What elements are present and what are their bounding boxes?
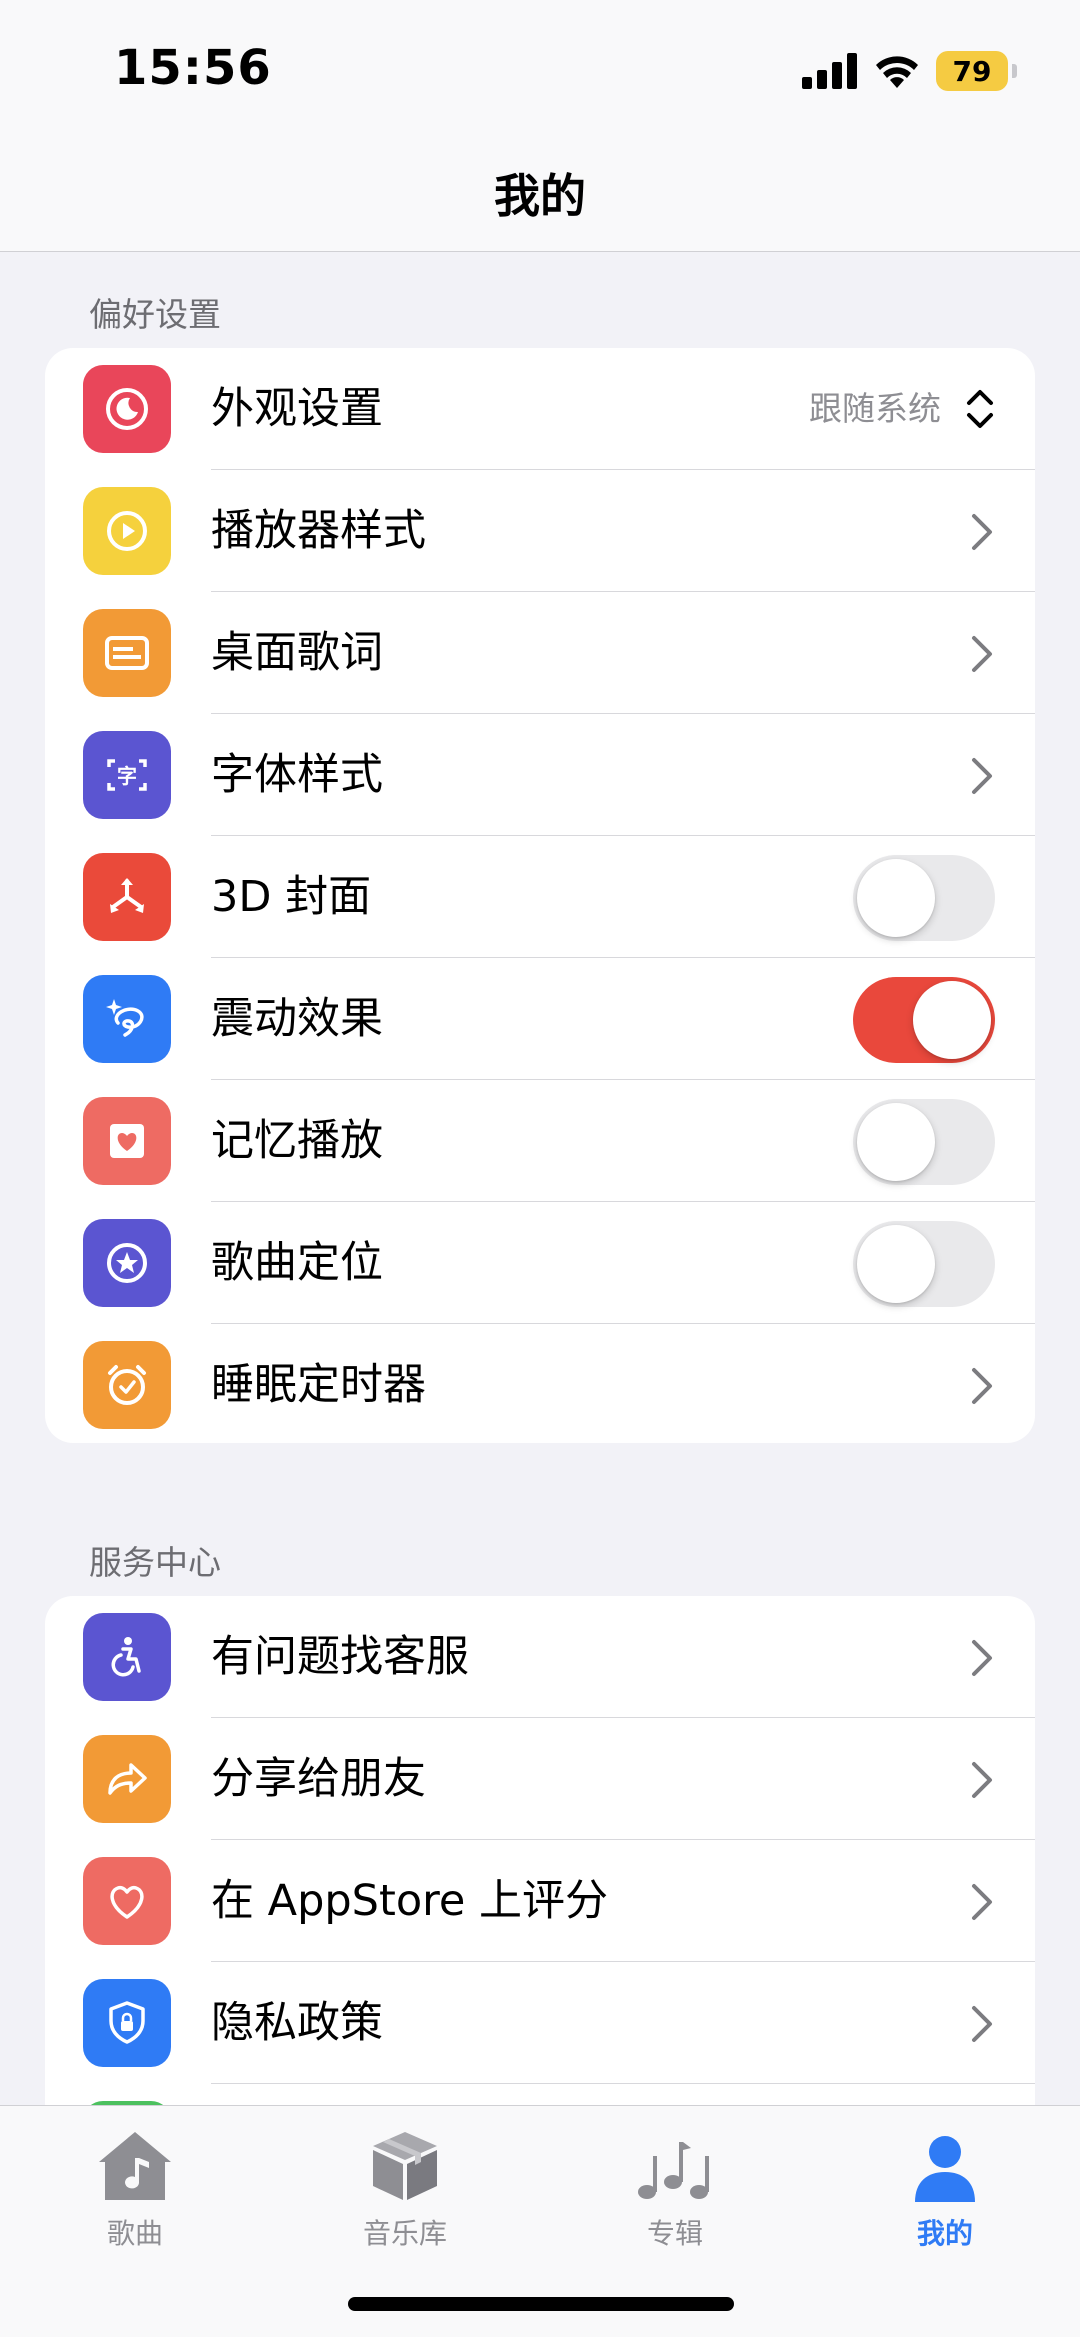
tab-label: 我的 <box>916 2217 973 2250</box>
chevron-right-icon <box>972 514 992 550</box>
heart-square-icon <box>83 1097 171 1185</box>
box-icon <box>305 2124 505 2204</box>
row-label: 播放器样式 <box>211 506 426 556</box>
status-bar: 15:56 79 <box>0 0 1080 140</box>
chevron-right-icon <box>972 1884 992 1920</box>
music-notes-icon <box>575 2124 775 2204</box>
row-label: 3D 封面 <box>211 872 372 922</box>
person-icon <box>845 2124 1045 2204</box>
chevron-right-icon <box>972 636 992 672</box>
home-indicator <box>348 2297 734 2311</box>
row-label: 桌面歌词 <box>211 628 383 678</box>
row-player-style[interactable]: 播放器样式 <box>45 470 1035 592</box>
row-privacy[interactable]: 隐私政策 <box>45 1962 1035 2084</box>
3d-axis-icon <box>83 853 171 941</box>
tab-label: 专辑 <box>646 2217 703 2250</box>
alarm-clock-icon <box>83 1341 171 1429</box>
tab-mine[interactable]: 我的 <box>845 2124 1045 2252</box>
row-label: 分享给朋友 <box>211 1754 426 1804</box>
chevron-right-icon <box>972 2006 992 2042</box>
star-circle-icon <box>83 1219 171 1307</box>
toggle-knob <box>913 981 991 1059</box>
appearance-value[interactable]: 跟随系统 <box>809 348 941 470</box>
row-3d-cover: 3D 封面 <box>45 836 1035 958</box>
row-haptics: 震动效果 <box>45 958 1035 1080</box>
row-locate-song: 歌曲定位 <box>45 1202 1035 1324</box>
tab-albums[interactable]: 专辑 <box>575 2124 775 2252</box>
battery-level: 79 <box>952 54 992 88</box>
resume-play-toggle[interactable] <box>853 1099 995 1185</box>
row-sleep-timer[interactable]: 睡眠定时器 <box>45 1324 1035 1443</box>
preferences-group: 外观设置 跟随系统 播放器样式 桌面歌词 字 字体样式 3D 封面 震动效果 记… <box>45 348 1035 1443</box>
chevron-right-icon <box>972 758 992 794</box>
character-icon: 字 <box>83 731 171 819</box>
section-header-services: 服务中心 <box>89 1543 221 1582</box>
row-label: 睡眠定时器 <box>211 1360 426 1410</box>
sparkle-lasso-icon <box>83 975 171 1063</box>
row-share[interactable]: 分享给朋友 <box>45 1718 1035 1840</box>
moon-icon <box>83 365 171 453</box>
row-label: 歌曲定位 <box>211 1238 383 1288</box>
row-rate[interactable]: 在 AppStore 上评分 <box>45 1840 1035 1962</box>
heart-icon <box>83 1857 171 1945</box>
tab-music-library[interactable]: 音乐库 <box>305 2124 505 2252</box>
row-support[interactable]: 有问题找客服 <box>45 1596 1035 1718</box>
house-music-icon <box>35 2124 235 2204</box>
row-appearance[interactable]: 外观设置 跟随系统 <box>45 348 1035 470</box>
battery-indicator: 79 <box>936 51 1017 91</box>
navigation-bar: 我的 <box>0 140 1080 252</box>
play-circle-icon <box>83 487 171 575</box>
toggle-knob <box>857 1225 935 1303</box>
toggle-knob <box>857 1103 935 1181</box>
wifi-icon <box>876 56 918 88</box>
services-group: 有问题找客服 分享给朋友 在 AppStore 上评分 隐私政策 <box>45 1596 1035 2156</box>
section-header-preferences: 偏好设置 <box>89 295 221 334</box>
row-font-style[interactable]: 字 字体样式 <box>45 714 1035 836</box>
chevron-right-icon <box>972 1368 992 1404</box>
chevron-right-icon <box>972 1762 992 1798</box>
row-label: 在 AppStore 上评分 <box>211 1876 608 1926</box>
share-arrow-icon <box>83 1735 171 1823</box>
page-title: 我的 <box>494 169 586 223</box>
toggle-knob <box>857 859 935 937</box>
row-resume-play: 记忆播放 <box>45 1080 1035 1202</box>
chevron-right-icon <box>972 1640 992 1676</box>
row-label: 隐私政策 <box>211 1998 383 2048</box>
tab-label: 歌曲 <box>106 2217 163 2250</box>
lyrics-card-icon <box>83 609 171 697</box>
tab-label: 音乐库 <box>362 2217 447 2250</box>
tab-songs[interactable]: 歌曲 <box>35 2124 235 2252</box>
3d-cover-toggle[interactable] <box>853 855 995 941</box>
status-time: 15:56 <box>114 40 272 96</box>
cellular-signal-icon <box>802 53 857 89</box>
chevron-up-down-icon[interactable] <box>965 386 995 432</box>
svg-text:字: 字 <box>117 764 137 788</box>
row-label: 记忆播放 <box>211 1116 383 1166</box>
row-label: 震动效果 <box>211 994 383 1044</box>
row-label: 字体样式 <box>211 750 383 800</box>
row-desktop-lyrics[interactable]: 桌面歌词 <box>45 592 1035 714</box>
haptics-toggle[interactable] <box>853 977 995 1063</box>
shield-lock-icon <box>83 1979 171 2067</box>
row-label: 外观设置 <box>211 384 383 434</box>
status-icons: 79 <box>802 48 1017 94</box>
row-label: 有问题找客服 <box>211 1632 469 1682</box>
locate-song-toggle[interactable] <box>853 1221 995 1307</box>
accessibility-icon <box>83 1613 171 1701</box>
